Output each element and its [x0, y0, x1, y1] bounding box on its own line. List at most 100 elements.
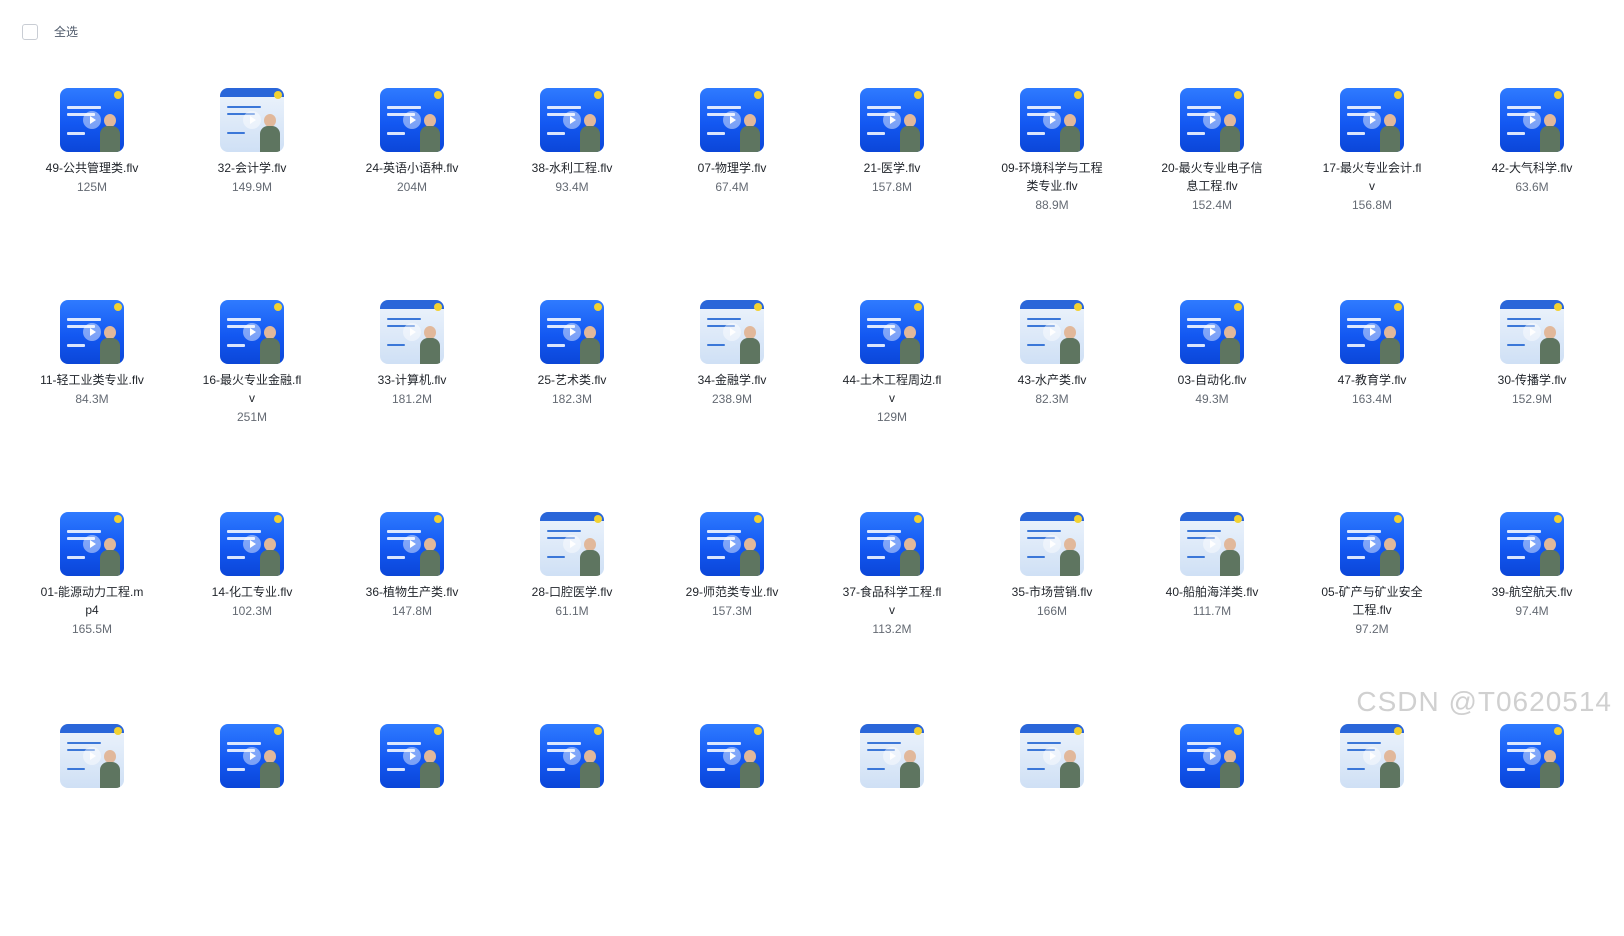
- file-item[interactable]: 37-食品科学工程.flv 113.2M: [812, 512, 972, 724]
- video-thumbnail[interactable]: [380, 300, 444, 364]
- video-thumbnail[interactable]: [1500, 724, 1564, 788]
- file-name: 28-口腔医学.flv: [531, 585, 613, 599]
- file-item[interactable]: 30-传播学.flv 152.9M: [1452, 300, 1612, 512]
- file-item[interactable]: 03-自动化.flv 49.3M: [1132, 300, 1292, 512]
- presenter-image: [900, 114, 920, 152]
- video-thumbnail[interactable]: [220, 724, 284, 788]
- logo-badge-icon: [1234, 727, 1242, 735]
- play-icon: [563, 111, 581, 129]
- video-thumbnail[interactable]: [1020, 300, 1084, 364]
- file-item[interactable]: 34-金融学.flv 238.9M: [652, 300, 812, 512]
- play-icon: [243, 747, 261, 765]
- file-item[interactable]: [1292, 724, 1452, 936]
- file-item[interactable]: [1132, 724, 1292, 936]
- file-item[interactable]: 33-计算机.flv 181.2M: [332, 300, 492, 512]
- file-item[interactable]: 24-英语小语种.flv 204M: [332, 88, 492, 300]
- video-thumbnail[interactable]: [860, 88, 924, 152]
- file-item[interactable]: [652, 724, 812, 936]
- file-size: 129M: [876, 410, 908, 424]
- file-item[interactable]: 36-植物生产类.flv 147.8M: [332, 512, 492, 724]
- video-thumbnail[interactable]: [1020, 88, 1084, 152]
- logo-badge-icon: [1394, 91, 1402, 99]
- file-item[interactable]: [332, 724, 492, 936]
- video-thumbnail[interactable]: [1340, 88, 1404, 152]
- presenter-image: [1380, 538, 1400, 576]
- video-thumbnail[interactable]: [220, 512, 284, 576]
- file-item[interactable]: 16-最火专业金融.flv 251M: [172, 300, 332, 512]
- video-thumbnail[interactable]: [1180, 512, 1244, 576]
- play-icon: [1043, 111, 1061, 129]
- file-item[interactable]: 44-土木工程周边.flv 129M: [812, 300, 972, 512]
- file-item[interactable]: 42-大气科学.flv 63.6M: [1452, 88, 1612, 300]
- file-item[interactable]: 11-轻工业类专业.flv 84.3M: [12, 300, 172, 512]
- video-thumbnail[interactable]: [1340, 300, 1404, 364]
- logo-badge-icon: [114, 303, 122, 311]
- file-item[interactable]: 38-水利工程.flv 93.4M: [492, 88, 652, 300]
- play-icon: [1203, 535, 1221, 553]
- file-item[interactable]: 35-市场营销.flv 166M: [972, 512, 1132, 724]
- file-item[interactable]: 28-口腔医学.flv 61.1M: [492, 512, 652, 724]
- file-name: 09-环境科学与工程类专业.flv: [1001, 161, 1103, 193]
- file-item[interactable]: 21-医学.flv 157.8M: [812, 88, 972, 300]
- file-item[interactable]: [1452, 724, 1612, 936]
- video-thumbnail[interactable]: [1340, 512, 1404, 576]
- video-thumbnail[interactable]: [860, 300, 924, 364]
- video-thumbnail[interactable]: [860, 512, 924, 576]
- video-thumbnail[interactable]: [60, 512, 124, 576]
- file-item[interactable]: [12, 724, 172, 936]
- video-thumbnail[interactable]: [1340, 724, 1404, 788]
- file-item[interactable]: 49-公共管理类.flv 125M: [12, 88, 172, 300]
- logo-badge-icon: [1234, 515, 1242, 523]
- file-item[interactable]: [172, 724, 332, 936]
- video-thumbnail[interactable]: [1500, 88, 1564, 152]
- video-thumbnail[interactable]: [1180, 300, 1244, 364]
- file-item[interactable]: 20-最火专业电子信息工程.flv 152.4M: [1132, 88, 1292, 300]
- file-item[interactable]: 01-能源动力工程.mp4 165.5M: [12, 512, 172, 724]
- video-thumbnail[interactable]: [220, 300, 284, 364]
- video-thumbnail[interactable]: [700, 88, 764, 152]
- video-thumbnail[interactable]: [1020, 512, 1084, 576]
- presenter-image: [260, 538, 280, 576]
- presenter-image: [260, 750, 280, 788]
- file-item[interactable]: 47-教育学.flv 163.4M: [1292, 300, 1452, 512]
- video-thumbnail[interactable]: [540, 88, 604, 152]
- video-thumbnail[interactable]: [700, 724, 764, 788]
- select-all[interactable]: 全选: [22, 23, 78, 40]
- video-thumbnail[interactable]: [540, 300, 604, 364]
- video-thumbnail[interactable]: [1020, 724, 1084, 788]
- file-item[interactable]: [492, 724, 652, 936]
- video-thumbnail[interactable]: [60, 300, 124, 364]
- file-item[interactable]: [812, 724, 972, 936]
- file-item[interactable]: [972, 724, 1132, 936]
- video-thumbnail[interactable]: [1500, 512, 1564, 576]
- presenter-image: [1220, 326, 1240, 364]
- logo-badge-icon: [594, 727, 602, 735]
- file-item[interactable]: 17-最火专业会计.flv 156.8M: [1292, 88, 1452, 300]
- file-item[interactable]: 32-会计学.flv 149.9M: [172, 88, 332, 300]
- video-thumbnail[interactable]: [700, 300, 764, 364]
- file-item[interactable]: 29-师范类专业.flv 157.3M: [652, 512, 812, 724]
- file-item[interactable]: 40-船舶海洋类.flv 111.7M: [1132, 512, 1292, 724]
- file-item[interactable]: 09-环境科学与工程类专业.flv 88.9M: [972, 88, 1132, 300]
- video-thumbnail[interactable]: [380, 88, 444, 152]
- video-thumbnail[interactable]: [60, 724, 124, 788]
- play-icon: [1363, 111, 1381, 129]
- file-size: 181.2M: [391, 392, 433, 406]
- file-item[interactable]: 25-艺术类.flv 182.3M: [492, 300, 652, 512]
- logo-badge-icon: [1074, 91, 1082, 99]
- video-thumbnail[interactable]: [860, 724, 924, 788]
- video-thumbnail[interactable]: [1500, 300, 1564, 364]
- select-all-checkbox[interactable]: [22, 23, 38, 40]
- video-thumbnail[interactable]: [540, 512, 604, 576]
- video-thumbnail[interactable]: [380, 724, 444, 788]
- video-thumbnail[interactable]: [1180, 88, 1244, 152]
- video-thumbnail[interactable]: [220, 88, 284, 152]
- video-thumbnail[interactable]: [540, 724, 604, 788]
- file-item[interactable]: 07-物理学.flv 67.4M: [652, 88, 812, 300]
- video-thumbnail[interactable]: [60, 88, 124, 152]
- file-item[interactable]: 14-化工专业.flv 102.3M: [172, 512, 332, 724]
- video-thumbnail[interactable]: [1180, 724, 1244, 788]
- video-thumbnail[interactable]: [380, 512, 444, 576]
- video-thumbnail[interactable]: [700, 512, 764, 576]
- file-item[interactable]: 43-水产类.flv 82.3M: [972, 300, 1132, 512]
